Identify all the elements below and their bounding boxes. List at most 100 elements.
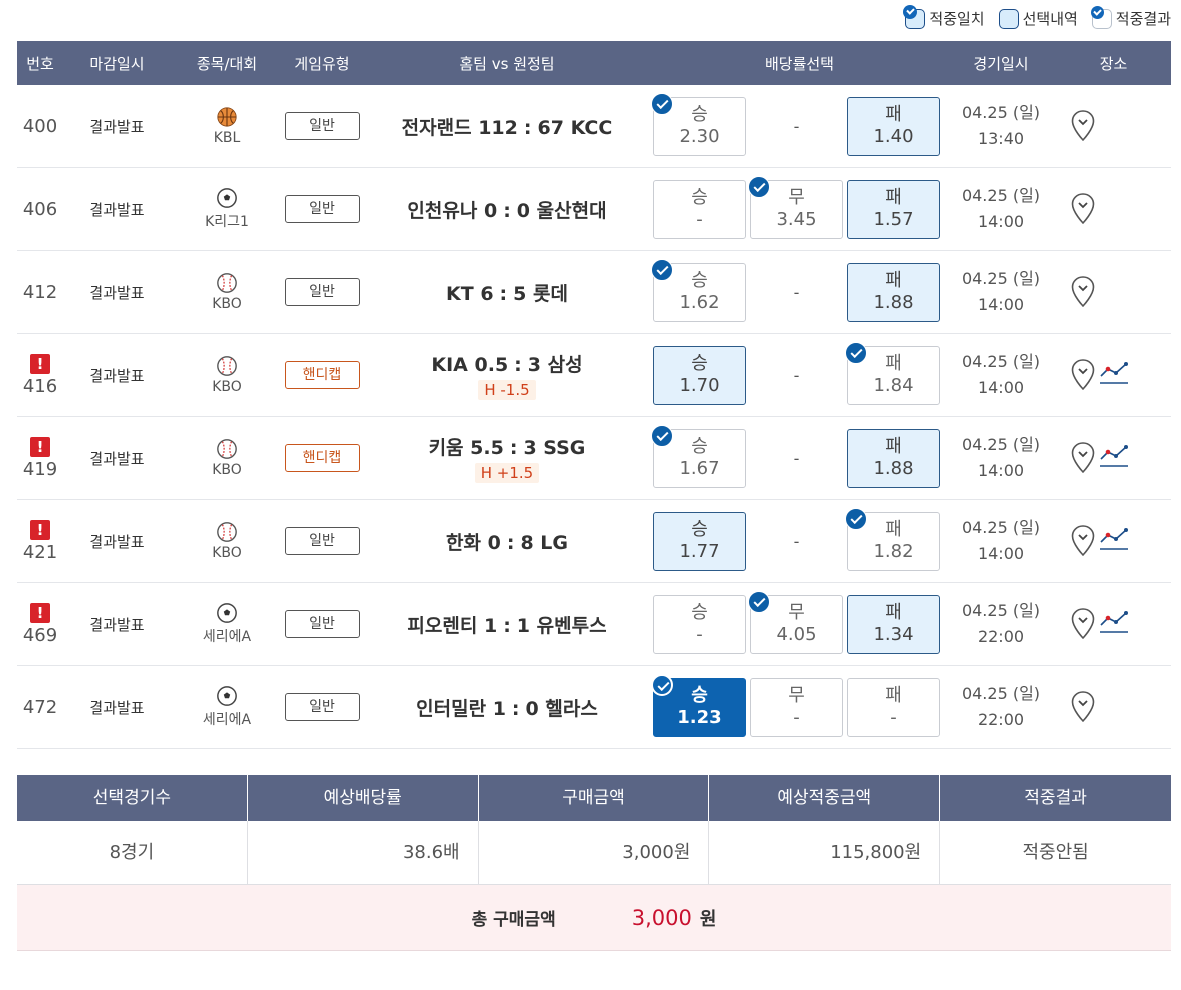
summary-header-result: 적중결과 <box>1024 788 1087 808</box>
odds-win-button[interactable]: 승 1.67 <box>651 424 746 488</box>
odds-label: 패 <box>885 436 902 458</box>
summary-body: 8경기 38.6배 3,000원 115,800원 적중안됨 <box>17 821 1171 885</box>
game-time: 14:00 <box>977 378 1025 397</box>
game-number-value: 400 <box>22 115 58 137</box>
game-type-badge: 일반 <box>284 693 360 721</box>
odds-win-button[interactable]: 승 1.23 <box>651 673 746 737</box>
score-separator: : <box>509 437 518 459</box>
league-name: 세리에A <box>202 629 252 645</box>
odds-lose-button[interactable]: 패 1.84 <box>845 341 940 405</box>
game-type-badge: 일반 <box>284 112 360 140</box>
league-name: KBO <box>212 379 242 395</box>
header-odds: 배당률선택 <box>764 54 834 73</box>
odds-lose-button[interactable]: 패 1.34 <box>847 594 940 654</box>
home-team: 키움 <box>428 437 464 459</box>
legend-selection: 선택내역 <box>998 8 1078 29</box>
odds-lose-button[interactable]: 패 1.88 <box>847 262 940 322</box>
odds-selection: 승 1.67 - 패 1.88 <box>651 424 946 488</box>
odds-win-button[interactable]: 승 2.30 <box>651 92 746 156</box>
location-pin-icon[interactable] <box>1070 275 1096 309</box>
summary-expected: 115,800원 <box>709 821 941 884</box>
legend: 적중일치 선택내역 적중결과 <box>903 4 1171 29</box>
game-number-value: 416 <box>22 375 58 397</box>
odds-chart-icon[interactable] <box>1099 358 1129 392</box>
score-separator: : <box>506 531 515 554</box>
summary-header-amount: 구매금액 <box>479 775 710 821</box>
odds-chart-icon[interactable] <box>1099 607 1129 641</box>
league-name: KBO <box>212 462 242 478</box>
away-score: 67 <box>537 116 564 139</box>
odds-draw-button[interactable]: 무- <box>750 677 843 737</box>
header-sport: 종목/대회 <box>196 54 258 73</box>
odds-win-button[interactable]: 승 1.77 <box>653 511 746 571</box>
game-type-badge: 핸디캡 <box>284 361 360 389</box>
location-pin-icon[interactable] <box>1070 690 1096 724</box>
odds-draw-button[interactable]: 무 4.05 <box>748 590 843 654</box>
odds-value: 1.77 <box>679 541 720 562</box>
odds-lose-button[interactable]: 패 1.40 <box>847 96 940 156</box>
sport-league: 세리에A <box>171 602 283 646</box>
home-team: 인터밀란 <box>416 697 487 720</box>
deadline: 결과발표 <box>89 283 145 302</box>
odds-selection: 승 - 무 4.05 패 1.34 <box>653 590 946 654</box>
odds-win-button[interactable]: 승- <box>653 179 746 239</box>
odds-lose-button[interactable]: 패 1.88 <box>847 428 940 488</box>
league-name: KBO <box>212 296 242 312</box>
odds-win-button[interactable]: 승 1.70 <box>653 345 746 405</box>
odds-win-button[interactable]: 승- <box>653 594 746 654</box>
odds-chart-icon[interactable] <box>1099 441 1129 475</box>
odds-chart-icon[interactable] <box>1099 524 1129 558</box>
odds-label: 패 <box>885 104 902 126</box>
odds-value: 1.57 <box>873 209 914 230</box>
draw-unavailable: - <box>793 448 800 468</box>
odds-label: 승 <box>691 353 708 375</box>
sport-league: KBO <box>171 272 283 312</box>
odds-value: 1.62 <box>679 292 720 313</box>
selected-check-icon <box>651 424 673 447</box>
odds-win-button[interactable]: 승 1.62 <box>651 258 746 322</box>
odds-value: 1.84 <box>873 375 914 396</box>
legend-label: 적중일치 <box>929 10 985 28</box>
legend-hit-match: 적중일치 <box>903 4 985 29</box>
odds-lose-button[interactable]: 패 1.82 <box>845 507 940 571</box>
odds-selection: 승 1.70 - 패 1.84 <box>653 341 946 405</box>
game-number-value: 406 <box>22 198 58 220</box>
header-teams: 홈팀 vs 원정팀 <box>459 54 555 73</box>
game-number: ! 469 <box>17 602 63 646</box>
match-score-line: 인천유나 0:0 울산현대 <box>407 196 606 223</box>
location-pin-icon[interactable] <box>1070 607 1096 641</box>
odds-lose-button[interactable]: 패 1.57 <box>847 179 940 239</box>
home-score: 0 <box>483 199 498 222</box>
away-team: 울산현대 <box>536 199 607 222</box>
home-score: 6 <box>480 282 494 305</box>
score-separator: : <box>503 614 511 637</box>
odds-lose-button[interactable]: 패- <box>847 677 940 737</box>
location-pin-icon[interactable] <box>1070 358 1096 392</box>
away-team: SSG <box>543 437 586 459</box>
game-number: 472 <box>17 697 63 718</box>
score-separator: : <box>523 116 532 139</box>
basketball-icon <box>216 106 238 128</box>
soccer-ball-icon <box>216 602 238 624</box>
location-pin-icon[interactable] <box>1070 441 1096 475</box>
location-pin-icon[interactable] <box>1070 109 1096 143</box>
odds-selection: 승 1.77 - 패 1.82 <box>653 507 946 571</box>
table-row: 406 결과발표 K리그1 일반 인천유나 0:0 울산현대 승 - 무 3.45 패 1.57 04… <box>17 168 1171 251</box>
game-time: 22:00 <box>977 627 1025 646</box>
match-teams: 전자랜드 112:67 KCC <box>361 113 653 140</box>
odds-value: 1.67 <box>679 458 720 479</box>
game-number: ! 421 <box>17 519 63 563</box>
location-pin-icon[interactable] <box>1070 524 1096 558</box>
match-score-line: 키움 5.5:3 SSG <box>429 433 586 460</box>
home-team: 피오렌티 <box>407 614 478 637</box>
game-date: 04.25 (일) <box>961 683 1041 703</box>
deadline: 결과발표 <box>89 449 145 468</box>
location-pin-icon[interactable] <box>1070 192 1096 226</box>
soccer-ball-icon <box>216 685 238 707</box>
league-name: KBO <box>212 545 242 561</box>
score-separator: : <box>514 354 522 376</box>
odds-label: 패 <box>885 519 902 541</box>
match-score-line: 피오렌티 1:1 유벤투스 <box>407 611 606 638</box>
game-time: 14:00 <box>977 461 1025 480</box>
odds-draw-button[interactable]: 무 3.45 <box>748 175 843 239</box>
